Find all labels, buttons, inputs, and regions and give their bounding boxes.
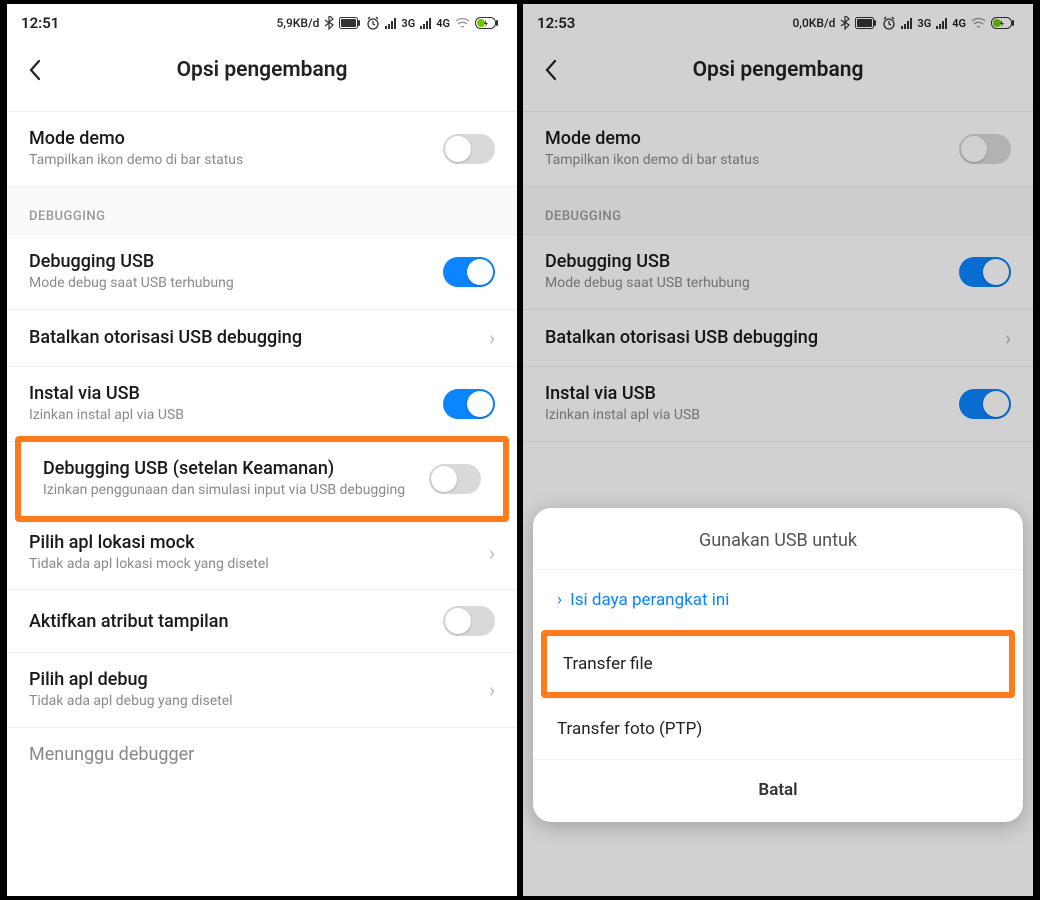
row-title: Batalkan otorisasi USB debugging (29, 327, 477, 348)
phone-left: 12:51 5,9KB/d 3G 4G (7, 4, 517, 896)
row-title: Debugging USB (29, 251, 431, 272)
row-subtitle: Mode debug saat USB terhubung (29, 274, 431, 293)
row-usb-debugging[interactable]: Debugging USB Mode debug saat USB terhub… (7, 235, 517, 310)
row-title: Pilih apl debug (29, 669, 477, 690)
bluetooth-icon (324, 16, 334, 30)
row-title: Mode demo (29, 128, 431, 149)
row-mock-location[interactable]: Pilih apl lokasi mock Tidak ada apl loka… (7, 516, 517, 591)
toggle-demo-mode[interactable] (959, 134, 1011, 164)
row-demo-mode[interactable]: Mode demo Tampilkan ikon demo di bar sta… (7, 112, 517, 187)
row-install-usb[interactable]: Instal via USB Izinkan instal apl via US… (523, 367, 1033, 442)
row-subtitle: Izinkan instal apl via USB (29, 406, 431, 425)
status-time: 12:51 (21, 14, 59, 32)
bluetooth-icon (840, 16, 850, 30)
option-label: Transfer file (563, 654, 653, 674)
toggle-usb-debugging[interactable] (443, 257, 495, 287)
net1-label: 3G (401, 17, 415, 30)
row-title: Debugging USB (545, 251, 947, 272)
wifi-icon (971, 17, 986, 29)
page-title: Opsi pengembang (7, 58, 517, 82)
row-title: Instal via USB (29, 383, 431, 404)
row-subtitle: Izinkan penggunaan dan simulasi input vi… (43, 481, 417, 500)
charging-icon (991, 16, 1015, 30)
section-header-debugging: DEBUGGING (7, 187, 517, 235)
status-speed: 5,9KB/d (276, 16, 319, 30)
usb-mode-dialog: Gunakan USB untuk › Isi daya perangkat i… (533, 508, 1023, 822)
signal-icon-2 (936, 17, 947, 29)
status-bar: 12:51 5,9KB/d 3G 4G (7, 4, 517, 42)
signal-icon (385, 17, 396, 29)
battery-icon (855, 17, 877, 29)
chevron-right-icon: › (489, 678, 495, 702)
option-transfer-file[interactable]: Transfer file (547, 636, 1009, 692)
app-header: Opsi pengembang (7, 42, 517, 98)
toggle-install-usb[interactable] (959, 389, 1011, 419)
option-charge-device[interactable]: › Isi daya perangkat ini (533, 569, 1023, 630)
toggle-install-usb[interactable] (443, 389, 495, 419)
chevron-right-icon: › (489, 326, 495, 350)
dialog-title: Gunakan USB untuk (533, 508, 1023, 569)
wifi-icon (455, 17, 470, 29)
row-subtitle: Tampilkan ikon demo di bar status (29, 151, 431, 170)
alarm-icon (882, 16, 896, 30)
chevron-right-icon: › (1005, 326, 1011, 350)
signal-icon (901, 17, 912, 29)
chevron-right-icon: › (557, 590, 562, 610)
status-speed: 0,0KB/d (792, 16, 835, 30)
row-title: Batalkan otorisasi USB debugging (545, 327, 993, 348)
row-view-attributes[interactable]: Aktifkan atribut tampilan (7, 590, 517, 653)
highlight-transfer-file: Transfer file (541, 630, 1015, 698)
highlight-usb-security: Debugging USB (setelan Keamanan) Izinkan… (15, 436, 509, 522)
row-subtitle: Tidak ada apl lokasi mock yang disetel (29, 555, 477, 574)
cancel-button[interactable]: Batal (533, 759, 1023, 822)
alarm-icon (366, 16, 380, 30)
status-time: 12:53 (537, 14, 575, 32)
battery-icon (339, 17, 361, 29)
row-install-usb[interactable]: Instal via USB Izinkan instal apl via US… (7, 367, 517, 442)
status-right: 5,9KB/d 3G 4G (276, 16, 499, 30)
row-waiting-debugger: Menunggu debugger (7, 728, 517, 765)
row-subtitle: Mode debug saat USB terhubung (545, 274, 947, 293)
charging-icon (475, 16, 499, 30)
row-revoke-usb[interactable]: Batalkan otorisasi USB debugging › (7, 310, 517, 367)
status-right: 0,0KB/d 3G 4G (792, 16, 1015, 30)
row-subtitle: Tampilkan ikon demo di bar status (545, 151, 947, 170)
row-usb-debugging[interactable]: Debugging USB Mode debug saat USB terhub… (523, 235, 1033, 310)
app-header: Opsi pengembang (523, 42, 1033, 98)
row-title: Mode demo (545, 128, 947, 149)
signal-icon-2 (420, 17, 431, 29)
toggle-view-attributes[interactable] (443, 606, 495, 636)
toggle-demo-mode[interactable] (443, 134, 495, 164)
net2-label: 4G (436, 17, 450, 30)
row-subtitle: Izinkan instal apl via USB (545, 406, 947, 425)
toggle-usb-security[interactable] (429, 464, 481, 494)
toggle-usb-debugging[interactable] (959, 257, 1011, 287)
section-header-debugging: DEBUGGING (523, 187, 1033, 235)
phone-right: 12:53 0,0KB/d 3G 4G (523, 4, 1033, 896)
row-debug-app[interactable]: Pilih apl debug Tidak ada apl debug yang… (7, 653, 517, 728)
option-transfer-photo[interactable]: Transfer foto (PTP) (533, 698, 1023, 759)
row-demo-mode[interactable]: Mode demo Tampilkan ikon demo di bar sta… (523, 112, 1033, 187)
row-revoke-usb[interactable]: Batalkan otorisasi USB debugging › (523, 310, 1033, 367)
option-label: Isi daya perangkat ini (570, 590, 729, 610)
row-title: Instal via USB (545, 383, 947, 404)
status-bar: 12:53 0,0KB/d 3G 4G (523, 4, 1033, 42)
net2-label: 4G (952, 17, 966, 30)
option-label: Transfer foto (PTP) (557, 719, 702, 739)
settings-list: Mode demo Tampilkan ikon demo di bar sta… (7, 98, 517, 765)
row-subtitle: Tidak ada apl debug yang disetel (29, 692, 477, 711)
row-usb-security[interactable]: Debugging USB (setelan Keamanan) Izinkan… (21, 442, 503, 516)
row-title: Pilih apl lokasi mock (29, 532, 477, 553)
net1-label: 3G (917, 17, 931, 30)
row-title: Debugging USB (setelan Keamanan) (43, 458, 417, 479)
row-title: Aktifkan atribut tampilan (29, 611, 431, 632)
page-title: Opsi pengembang (523, 58, 1033, 82)
chevron-right-icon: › (489, 541, 495, 565)
